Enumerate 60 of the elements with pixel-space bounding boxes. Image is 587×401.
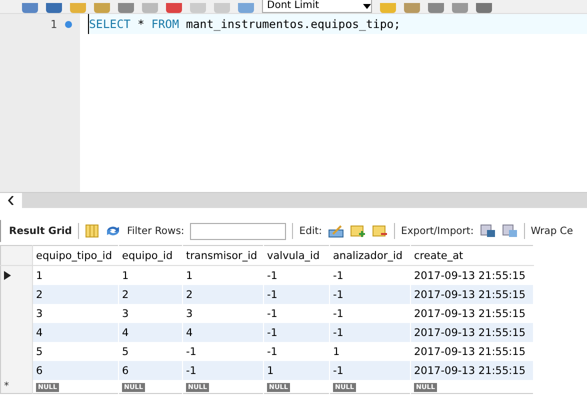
wrap-cell-label: Wrap Ce xyxy=(530,226,574,236)
toolbar-icon[interactable] xyxy=(190,3,206,13)
export-import-label: Export/Import: xyxy=(401,226,474,236)
row-header[interactable] xyxy=(0,266,32,285)
toolbar-icon[interactable] xyxy=(476,3,492,13)
toolbar-icon[interactable] xyxy=(46,3,62,13)
table-cell: -1 xyxy=(182,361,264,380)
filter-rows-field[interactable] xyxy=(190,222,286,240)
edit-label: Edit: xyxy=(299,226,322,236)
column-header[interactable]: analizador_id xyxy=(330,246,410,266)
table-cell: 1 xyxy=(264,361,330,380)
table-cell: -1 xyxy=(264,285,330,304)
table-cell: 6 xyxy=(118,361,182,380)
toolbar-icon[interactable] xyxy=(22,3,38,13)
current-row-icon xyxy=(4,271,11,280)
table-cell: 2 xyxy=(182,285,264,304)
filter-rows-label: Filter Rows: xyxy=(126,226,184,236)
toolbar-icon[interactable] xyxy=(214,3,230,13)
toolbar-icon[interactable] xyxy=(94,3,110,13)
column-header[interactable]: equipo_tipo_id xyxy=(32,246,118,266)
delete-row-icon[interactable] xyxy=(372,224,388,238)
add-row-icon[interactable] xyxy=(350,224,366,238)
grid-layout-icon[interactable] xyxy=(84,224,99,238)
limit-select[interactable]: Dont Limit xyxy=(262,0,372,13)
line-number: 1 xyxy=(50,18,57,30)
table-cell: 2017-09-13 21:55:15 xyxy=(410,323,534,342)
table-cell: -1 xyxy=(330,361,410,380)
table-cell: 2 xyxy=(118,285,182,304)
table-cell: -1 xyxy=(330,323,410,342)
table-cell: 2017-09-13 21:55:15 xyxy=(410,285,534,304)
toolbar-icon[interactable] xyxy=(428,3,444,13)
toolbar-icon[interactable] xyxy=(166,3,182,13)
new-row-marker: * xyxy=(4,381,9,392)
table-cell: -1 xyxy=(264,323,330,342)
toolbar-icon[interactable] xyxy=(238,3,254,13)
table-cell: 2 xyxy=(32,285,118,304)
toolbar-icon[interactable] xyxy=(404,3,420,13)
toolbar-icon[interactable] xyxy=(118,3,134,13)
dropdown-caret-icon[interactable] xyxy=(363,4,371,8)
column-header[interactable]: valvula_id xyxy=(264,246,330,266)
result-grid-tab[interactable]: Result Grid xyxy=(9,226,72,236)
table-cell: -1 xyxy=(330,285,410,304)
column-header[interactable]: create_at xyxy=(410,246,534,266)
toolbar-icon[interactable] xyxy=(70,3,86,13)
toolbar-icon[interactable] xyxy=(142,3,158,13)
refresh-icon[interactable] xyxy=(104,224,121,238)
table-cell: 4 xyxy=(32,323,118,342)
export-icon[interactable] xyxy=(480,224,496,238)
table-cell: 6 xyxy=(32,361,118,380)
toolbar-icon[interactable] xyxy=(380,3,396,13)
edit-pencil-icon[interactable] xyxy=(328,224,344,238)
toolbar-icon[interactable] xyxy=(452,3,468,13)
column-header[interactable]: transmisor_id xyxy=(182,246,264,266)
column-header[interactable]: equipo_id xyxy=(118,246,182,266)
import-icon[interactable] xyxy=(502,224,518,238)
horizontal-scrollbar[interactable] xyxy=(22,193,587,208)
table-cell: 4 xyxy=(118,323,182,342)
statement-dot-icon xyxy=(65,20,72,28)
table-cell: 2017-09-13 21:55:15 xyxy=(410,361,534,380)
table-cell: 4 xyxy=(182,323,264,342)
